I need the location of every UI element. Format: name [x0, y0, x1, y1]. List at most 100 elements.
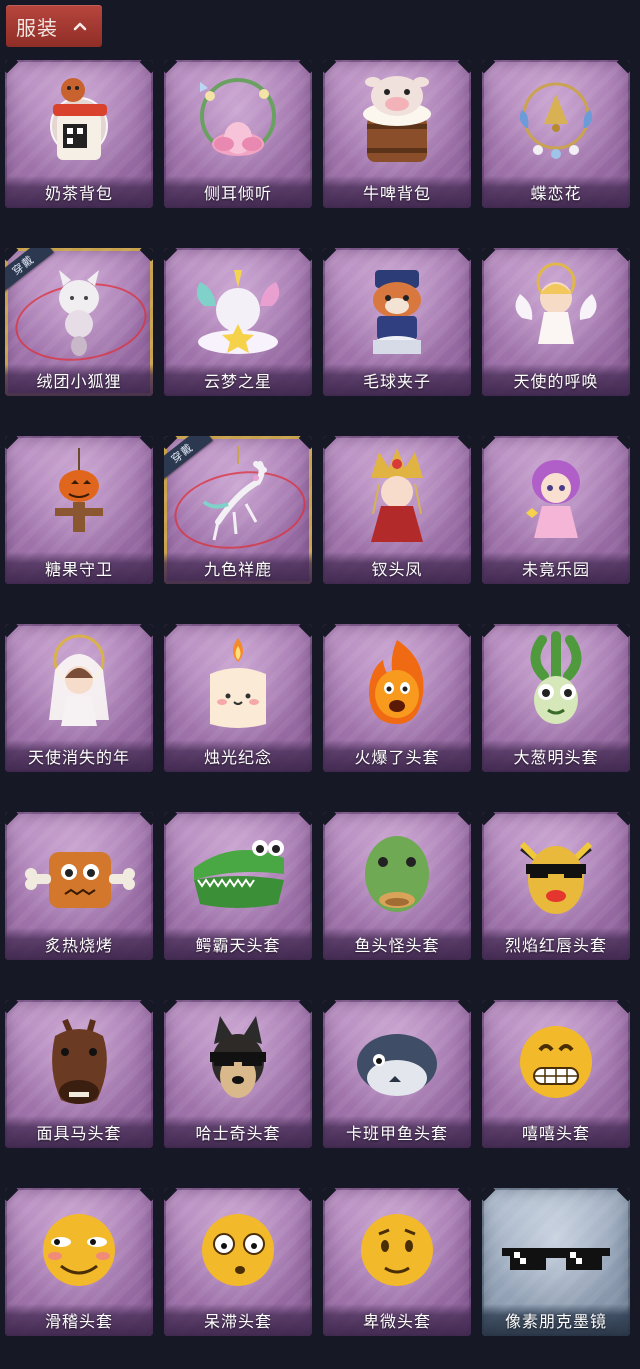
outfit-name: 九色祥鹿 [203, 560, 272, 579]
card-label-bar: 鱼头怪头套 [323, 928, 471, 960]
outfit-card[interactable]: 奶茶背包 [5, 60, 153, 208]
card-label-bar: 烈焰红唇头套 [482, 928, 630, 960]
pixel-sunglasses-icon [502, 1248, 610, 1270]
card-label-bar: 侧耳倾听 [164, 176, 312, 208]
card-label-bar: 天使消失的年 [5, 740, 153, 772]
dazed-emoji-head-icon [202, 1214, 274, 1286]
outfit-card[interactable]: 火爆了头套 [323, 624, 471, 772]
fish-head-icon [365, 836, 429, 912]
card-label-bar: 鳄霸天头套 [164, 928, 312, 960]
outfit-name: 大葱明头套 [513, 748, 599, 767]
fire-head-icon [369, 640, 424, 724]
card-label-bar: 未竟乐园 [482, 552, 630, 584]
bbq-meat-head-icon [25, 852, 135, 908]
category-toggle-button[interactable]: 服装 [6, 5, 102, 47]
card-label-bar: 卑微头套 [323, 1304, 471, 1336]
outfit-name: 烛光纪念 [203, 748, 272, 767]
outfit-card[interactable]: 钗头凤 [323, 436, 471, 584]
outfit-grid: 奶茶背包 侧耳倾听 牛啤背包 蝶恋花 穿戴 绒团小狐狸 云梦之星 毛球夹子 天使… [5, 60, 635, 1336]
outfit-card[interactable]: 蝶恋花 [482, 60, 630, 208]
outfit-name: 面具马头套 [36, 1124, 122, 1143]
card-label-bar: 炙热烧烤 [5, 928, 153, 960]
outfit-card[interactable]: 像素朋克墨镜 [482, 1188, 630, 1336]
purple-hair-doll-icon [526, 460, 580, 538]
milk-tea-backpack-icon [50, 78, 108, 160]
card-label-bar: 糖果守卫 [5, 552, 153, 584]
phoenix-crown-doll-icon [371, 448, 423, 542]
card-label-bar: 滑稽头套 [5, 1304, 153, 1336]
veiled-angel-doll-icon [49, 634, 109, 726]
yellow-lips-head-icon [519, 841, 593, 914]
outfit-name: 炙热烧烤 [44, 936, 113, 955]
cow-beer-barrel-icon [363, 76, 431, 162]
outfit-card[interactable]: 卑微头套 [323, 1188, 471, 1336]
outfit-card[interactable]: 毛球夹子 [323, 248, 471, 396]
butterfly-bell-icon [519, 82, 593, 159]
outfit-name: 烈焰红唇头套 [504, 936, 607, 955]
turtle-head-icon [357, 1034, 437, 1096]
card-label-bar: 奶茶背包 [5, 176, 153, 208]
funny-emoji-head-icon [43, 1214, 115, 1286]
outfit-card[interactable]: 卡班甲鱼头套 [323, 1000, 471, 1148]
outfit-name: 未竟乐园 [521, 560, 590, 579]
outfit-name: 滑稽头套 [44, 1312, 113, 1331]
raccoon-drummer-icon [373, 270, 421, 354]
unicorn-cloud-icon [196, 270, 280, 354]
outfit-card[interactable]: 侧耳倾听 [164, 60, 312, 208]
outfit-name: 天使消失的年 [27, 748, 130, 767]
outfit-name: 火爆了头套 [354, 748, 440, 767]
card-label-bar: 嘻嘻头套 [482, 1116, 630, 1148]
outfit-name: 蝶恋花 [530, 184, 582, 203]
outfit-name: 牛啤背包 [362, 184, 431, 203]
outfit-card[interactable]: 哈士奇头套 [164, 1000, 312, 1148]
outfit-card[interactable]: 牛啤背包 [323, 60, 471, 208]
horse-head-icon [52, 1018, 107, 1104]
card-label-bar: 绒团小狐狸 [5, 364, 153, 396]
card-label-bar: 牛啤背包 [323, 176, 471, 208]
outfit-name: 天使的呼唤 [513, 372, 599, 391]
outfit-card[interactable]: 天使消失的年 [5, 624, 153, 772]
card-label-bar: 像素朋克墨镜 [482, 1304, 630, 1336]
card-label-bar: 钗头凤 [323, 552, 471, 584]
outfit-card[interactable]: 糖果守卫 [5, 436, 153, 584]
outfit-name: 嘻嘻头套 [521, 1124, 590, 1143]
outfit-card[interactable]: 烈焰红唇头套 [482, 812, 630, 960]
lotus-wreath-icon [200, 78, 276, 156]
card-label-bar: 蝶恋花 [482, 176, 630, 208]
outfit-name: 糖果守卫 [44, 560, 113, 579]
outfit-name: 卡班甲鱼头套 [345, 1124, 448, 1143]
outfit-card[interactable]: 烛光纪念 [164, 624, 312, 772]
outfit-name: 鳄霸天头套 [195, 936, 281, 955]
outfit-card[interactable]: 云梦之星 [164, 248, 312, 396]
outfit-name: 毛球夹子 [362, 372, 431, 391]
outfit-card[interactable]: 炙热烧烤 [5, 812, 153, 960]
outfit-card[interactable]: 天使的呼唤 [482, 248, 630, 396]
outfit-card[interactable]: 嘻嘻头套 [482, 1000, 630, 1148]
husky-head-icon [210, 1016, 266, 1098]
card-label-bar: 呆滞头套 [164, 1304, 312, 1336]
outfit-card[interactable]: 鱼头怪头套 [323, 812, 471, 960]
grin-emoji-head-icon [520, 1026, 592, 1098]
humble-emoji-head-icon [361, 1214, 433, 1286]
outfit-card[interactable]: 穿戴 九色祥鹿 [164, 436, 312, 584]
scallion-head-icon [530, 631, 582, 724]
pumpkin-scarecrow-icon [55, 448, 103, 532]
outfit-card[interactable]: 未竟乐园 [482, 436, 630, 584]
outfit-card[interactable]: 滑稽头套 [5, 1188, 153, 1336]
card-label-bar: 哈士奇头套 [164, 1116, 312, 1148]
outfit-card[interactable]: 穿戴 绒团小狐狸 [5, 248, 153, 396]
outfit-card[interactable]: 呆滞头套 [164, 1188, 312, 1336]
card-label-bar: 大葱明头套 [482, 740, 630, 772]
crocodile-head-icon [194, 840, 284, 908]
outfit-name: 哈士奇头套 [195, 1124, 281, 1143]
outfit-name: 绒团小狐狸 [36, 372, 122, 391]
outfit-card[interactable]: 大葱明头套 [482, 624, 630, 772]
angel-icon [515, 262, 597, 344]
card-label-bar: 云梦之星 [164, 364, 312, 396]
outfit-card[interactable]: 鳄霸天头套 [164, 812, 312, 960]
card-label-bar: 面具马头套 [5, 1116, 153, 1148]
outfit-name: 侧耳倾听 [203, 184, 272, 203]
outfit-card[interactable]: 面具马头套 [5, 1000, 153, 1148]
category-title: 服装 [16, 15, 58, 40]
card-label-bar: 天使的呼唤 [482, 364, 630, 396]
